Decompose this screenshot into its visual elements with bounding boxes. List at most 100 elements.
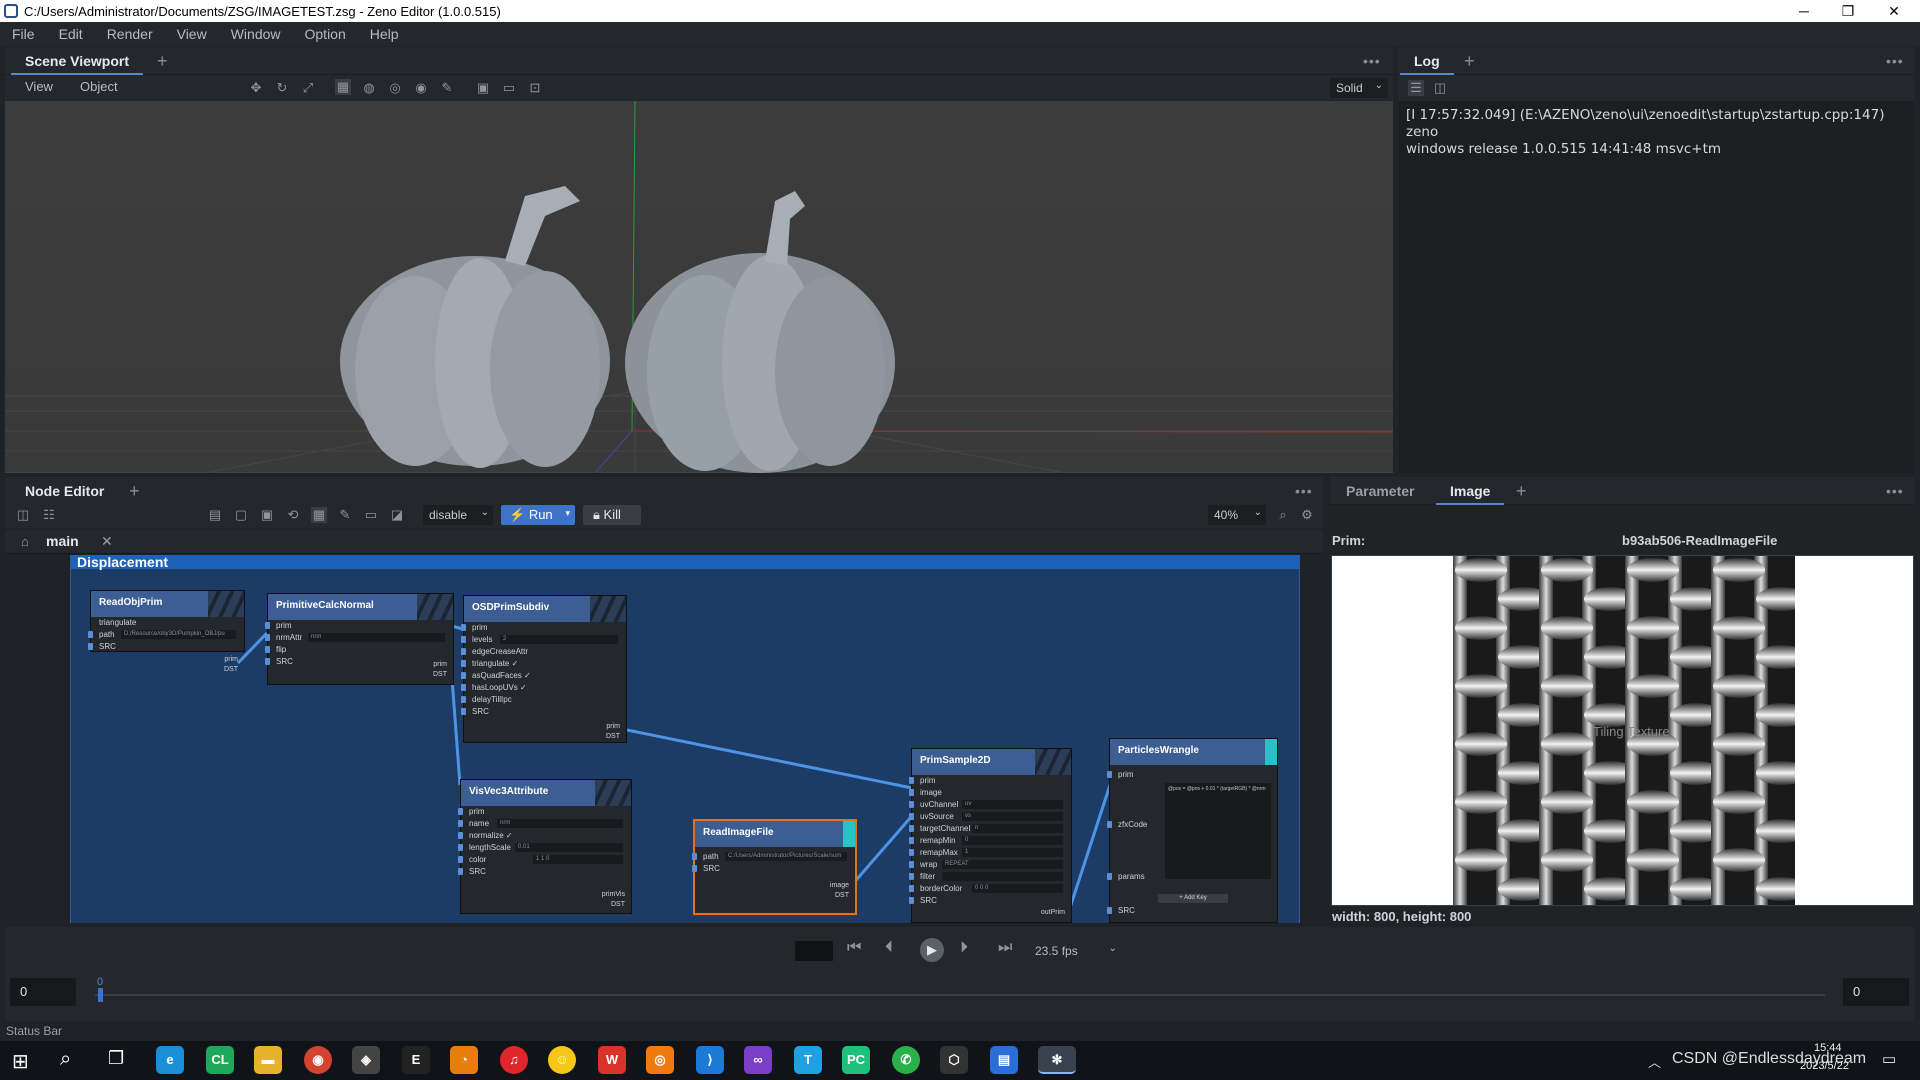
param-triangulate[interactable]: triangulate	[91, 617, 244, 629]
input-socket[interactable]	[265, 634, 270, 641]
input-socket[interactable]	[909, 873, 914, 880]
menu-option[interactable]: Option	[293, 26, 358, 42]
param-wrap[interactable]: wrap REPEAT	[909, 859, 1071, 871]
group-icon[interactable]: ▣	[259, 507, 275, 523]
remapmax-field[interactable]: 1	[962, 848, 1063, 857]
wrap-field[interactable]: REPEAT	[942, 860, 1063, 869]
skip-end-icon[interactable]: ⏭	[998, 939, 1012, 957]
brush-icon[interactable]: ✎	[439, 80, 455, 96]
param-prim[interactable]: prim	[461, 622, 626, 634]
menu-view[interactable]: View	[165, 26, 219, 42]
uvsource-field[interactable]: vs	[962, 812, 1063, 821]
input-socket[interactable]	[692, 865, 697, 872]
edit-icon[interactable]: ✎	[337, 507, 353, 523]
param-path[interactable]: path C:/Users/Administrator/Pictures/Scal…	[692, 851, 855, 863]
gear-icon[interactable]: ⚙	[1299, 507, 1315, 523]
param-prim[interactable]: prim	[909, 775, 1071, 787]
param-edgecrease[interactable]: edgeCreaseAttr	[461, 646, 626, 658]
param-delaytillipc[interactable]: delayTillIpc	[461, 694, 626, 706]
param-src[interactable]: SRC	[909, 895, 1071, 907]
levels-field[interactable]: 2	[500, 635, 618, 644]
tab-log[interactable]: Log	[1400, 47, 1454, 75]
prev-frame-icon[interactable]: ⏴	[885, 939, 893, 957]
param-filter[interactable]: filter	[909, 871, 1071, 883]
input-socket[interactable]	[909, 813, 914, 820]
next-frame-icon[interactable]: ⏵	[960, 939, 968, 957]
panel-view-icon[interactable]: ◫	[1432, 80, 1448, 96]
add-tab-icon[interactable]: +	[1464, 47, 1475, 75]
more-options-icon[interactable]: •••	[1886, 47, 1904, 75]
minimize-button[interactable]: ─	[1782, 0, 1826, 22]
unity-hub-icon[interactable]: ⬡	[940, 1046, 968, 1074]
blender-icon[interactable]: ◔	[450, 1046, 478, 1074]
param-prim[interactable]: prim	[265, 620, 453, 632]
file-explorer-icon[interactable]: ▬	[254, 1046, 282, 1074]
input-socket[interactable]	[1107, 873, 1112, 880]
link-icon[interactable]: ⟲	[285, 507, 301, 523]
tab-scene-viewport[interactable]: Scene Viewport	[11, 47, 144, 75]
task-view-icon[interactable]: ❐	[108, 1048, 124, 1069]
input-socket[interactable]	[88, 631, 93, 638]
node-osdprimsubdiv[interactable]: OSDPrimSubdiv prim levels 2 edgeCreaseAtt…	[461, 595, 627, 743]
input-socket[interactable]	[909, 885, 914, 892]
param-lengthscale[interactable]: lengthScale 0.01	[458, 842, 631, 854]
input-socket[interactable]	[265, 646, 270, 653]
node-primsample2d[interactable]: PrimSample2D prim image uvChannel uv uvSo…	[909, 748, 1072, 923]
grid-icon[interactable]: ▦	[311, 507, 327, 523]
param-flip[interactable]: flip	[265, 644, 453, 656]
input-socket[interactable]	[265, 622, 270, 629]
pycharm-icon[interactable]: PC	[842, 1046, 870, 1074]
restore-button[interactable]: ❐	[1826, 0, 1870, 22]
unity-icon[interactable]: ◈	[352, 1046, 380, 1074]
tab-main[interactable]: main	[46, 533, 79, 549]
node-readimagefile[interactable]: ReadImageFile path C:/Users/Administrator…	[692, 819, 857, 915]
param-asquadfaces[interactable]: asQuadFaces ✓	[461, 670, 626, 682]
menu-edit[interactable]: Edit	[47, 26, 95, 42]
frame-end-field[interactable]: 0	[1843, 978, 1909, 1006]
netease-music-icon[interactable]: ♫	[500, 1046, 528, 1074]
timeline-playhead[interactable]	[98, 988, 103, 1002]
visual-studio-icon[interactable]: ∞	[744, 1046, 772, 1074]
input-socket[interactable]	[909, 801, 914, 808]
menu-file[interactable]: File	[0, 26, 47, 42]
lighting-icon[interactable]: ◍	[361, 80, 377, 96]
move-icon[interactable]: ✥	[248, 80, 264, 96]
param-uvchannel[interactable]: uvChannel uv	[909, 799, 1071, 811]
param-uvsource[interactable]: uvSource vs	[909, 811, 1071, 823]
input-socket[interactable]	[458, 820, 463, 827]
chart-icon[interactable]: ◪	[389, 507, 405, 523]
rotate-icon[interactable]: ↻	[274, 80, 290, 96]
input-socket[interactable]	[461, 636, 466, 643]
fit-icon[interactable]: ⊡	[527, 80, 543, 96]
remapmin-field[interactable]: 0	[962, 836, 1063, 845]
param-triangulate[interactable]: triangulate ✓	[461, 658, 626, 670]
param-bordercolor[interactable]: borderColor 0 0 0	[909, 883, 1071, 895]
uvchannel-field[interactable]: uv	[962, 800, 1063, 809]
input-socket[interactable]	[909, 789, 914, 796]
input-socket[interactable]	[461, 624, 466, 631]
node-primitivecalcnormal[interactable]: PrimitiveCalcNormal prim nrmAttr nrm flip…	[265, 593, 454, 685]
app-window-icon[interactable]: ▤	[990, 1046, 1018, 1074]
app-icon[interactable]: ☺	[548, 1046, 576, 1074]
more-options-icon[interactable]: •••	[1295, 477, 1313, 505]
input-socket[interactable]	[461, 672, 466, 679]
param-src[interactable]: SRC	[458, 866, 631, 878]
param-src[interactable]: SRC	[265, 656, 453, 668]
param-hasloopuvs[interactable]: hasLoopUVs ✓	[461, 682, 626, 694]
input-socket[interactable]	[909, 825, 914, 832]
param-levels[interactable]: levels 2	[461, 634, 626, 646]
input-socket[interactable]	[461, 684, 466, 691]
menu-render[interactable]: Render	[95, 26, 165, 42]
add-tab-icon[interactable]: +	[157, 47, 168, 75]
input-socket[interactable]	[461, 660, 466, 667]
param-prim[interactable]: prim	[1107, 769, 1277, 781]
viewport-object-menu[interactable]: Object	[80, 79, 118, 94]
input-socket[interactable]	[909, 777, 914, 784]
param-src[interactable]: SRC	[1107, 905, 1277, 917]
tab-node-editor[interactable]: Node Editor	[11, 477, 119, 505]
add-tab-icon[interactable]: +	[1516, 477, 1527, 505]
clion-icon[interactable]: CL	[206, 1046, 234, 1074]
input-socket[interactable]	[1107, 771, 1112, 778]
timeline-track[interactable]	[95, 994, 1825, 996]
frame-start-field[interactable]: 0	[10, 978, 76, 1006]
